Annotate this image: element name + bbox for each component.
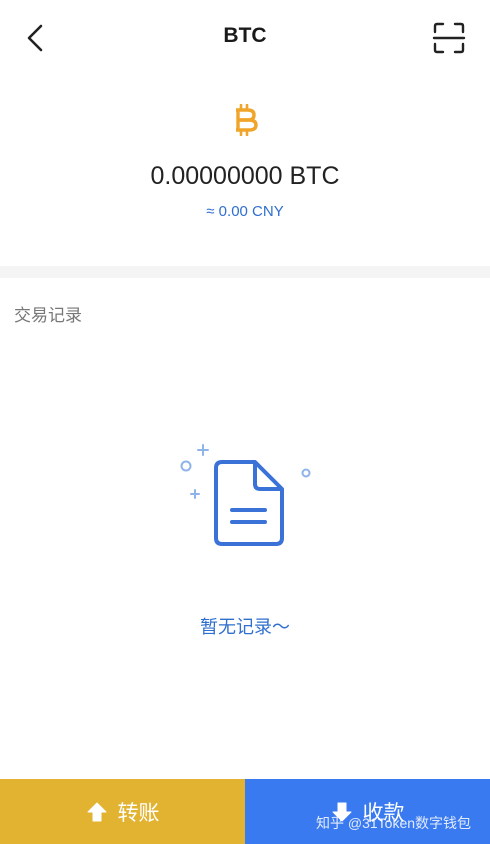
scan-icon (432, 22, 466, 54)
scan-button[interactable] (432, 22, 466, 54)
transactions-section-title: 交易记录 (14, 306, 82, 325)
document-icon (214, 460, 284, 546)
transfer-button[interactable]: 转账 (0, 779, 245, 844)
bitcoin-icon (230, 103, 260, 137)
transfer-label: 转账 (117, 801, 160, 825)
fiat-value: ≈ 0.00 CNY (206, 203, 284, 220)
bottom-action-bar: 转账 收款 (0, 779, 490, 844)
arrow-up-icon (87, 802, 106, 821)
decor-plus-icon (197, 444, 209, 456)
empty-state-illustration (175, 440, 315, 550)
watermark: 知乎 @31Token数字钱包 (316, 815, 472, 831)
receive-button[interactable]: 收款 (245, 779, 490, 844)
page-title: BTC (223, 24, 267, 47)
header: BTC (0, 0, 490, 76)
balance-amount: 0.00000000 BTC (150, 162, 340, 190)
decor-circle-icon (180, 460, 192, 472)
decor-circle-icon (301, 468, 311, 478)
section-divider (0, 266, 490, 278)
empty-state-text: 暂无记录～ (200, 617, 290, 637)
decor-plus-icon (190, 489, 200, 499)
screen: BTC 0.00000000 BTC ≈ 0.00 CNY 交易记录 暂无记录～… (0, 0, 490, 844)
